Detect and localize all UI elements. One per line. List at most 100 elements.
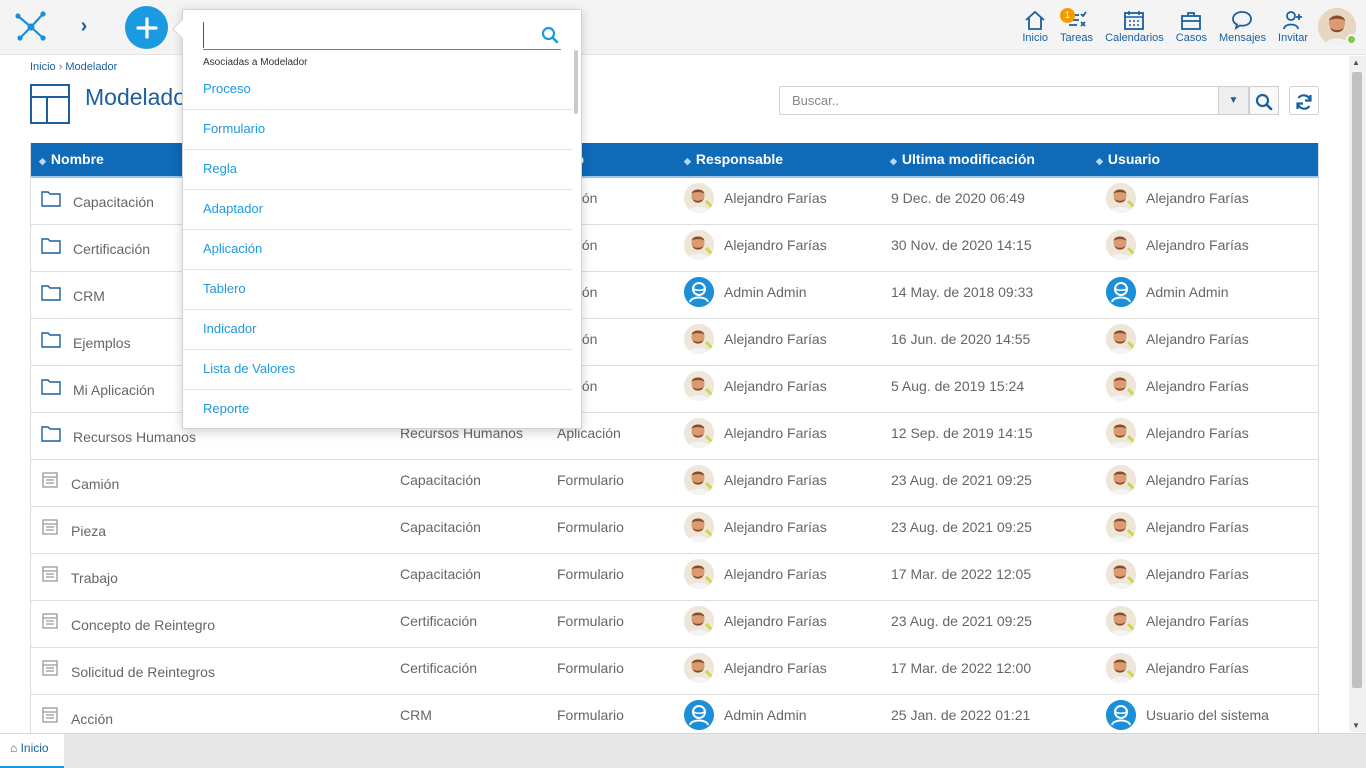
- name-cell[interactable]: Trabajo: [41, 554, 118, 600]
- menu-item-regla[interactable]: Regla: [183, 150, 573, 190]
- name-cell[interactable]: Capacitación: [41, 178, 154, 224]
- menu-item-tablero[interactable]: Tablero: [183, 270, 573, 310]
- user-cell: Admin Admin: [1106, 272, 1228, 318]
- responsible-name: Alejandro Farías: [724, 190, 827, 206]
- application-cell: Certificación: [400, 613, 478, 629]
- sort-icon: ◆: [1096, 156, 1103, 166]
- application-cell: Capacitación: [400, 566, 481, 582]
- scroll-down-arrow[interactable]: ▼: [1352, 721, 1360, 730]
- menu-item-lista-de-valores[interactable]: Lista de Valores: [183, 350, 573, 390]
- user-name: Alejandro Farías: [1146, 331, 1249, 347]
- top-navigation: Inicio 1 Tareas Calendarios Casos Mensaj…: [1016, 6, 1314, 50]
- table-row[interactable]: Concepto de Reintegro Certificación Formul…: [31, 601, 1318, 648]
- avatar: [1106, 652, 1136, 683]
- responsible-name: Admin Admin: [724, 284, 807, 300]
- nav-cases[interactable]: Casos: [1170, 6, 1213, 50]
- nav-invite[interactable]: Invitar: [1272, 6, 1314, 50]
- item-name: Concepto de Reintegro: [71, 617, 215, 634]
- refresh-button[interactable]: [1289, 86, 1319, 115]
- table-row[interactable]: Acción CRM Formulario Admin Admin 25 Jan. de…: [31, 695, 1318, 733]
- nav-calendars[interactable]: Calendarios: [1099, 6, 1170, 50]
- briefcase-icon: [1181, 12, 1202, 30]
- responsible-name: Alejandro Farías: [724, 472, 827, 488]
- page-title: Modelador: [85, 84, 194, 110]
- menu-item-adaptador[interactable]: Adaptador: [183, 190, 573, 230]
- table-row[interactable]: Trabajo Capacitación Formulario Alejandro F…: [31, 554, 1318, 601]
- avatar: [1106, 464, 1136, 495]
- search-input[interactable]: [780, 87, 1210, 114]
- form-icon: [41, 602, 59, 648]
- expand-menu-chevron-icon[interactable]: ›: [74, 14, 94, 38]
- name-cell[interactable]: Certificación: [41, 225, 150, 271]
- item-name: Pieza: [71, 523, 107, 540]
- search-button[interactable]: [1249, 86, 1279, 115]
- breadcrumb-home-link[interactable]: Inicio: [30, 61, 56, 73]
- menu-item-aplicaci-n[interactable]: Aplicación: [183, 230, 573, 270]
- scroll-up-arrow[interactable]: ▲: [1352, 58, 1360, 67]
- menu-item-proceso[interactable]: Proceso: [183, 70, 573, 110]
- nav-messages-label: Mensajes: [1218, 32, 1267, 44]
- sort-icon: ◆: [890, 156, 897, 166]
- new-item-dropdown: Asociadas a Modelador Proceso Formulario R…: [172, 9, 582, 430]
- column-header-modified[interactable]: ◆ Ultima modificación: [890, 143, 1035, 178]
- new-item-button[interactable]: [125, 6, 168, 49]
- dropdown-search: [203, 22, 561, 50]
- table-row[interactable]: Solicitud de Reintegros Certificación Form…: [31, 648, 1318, 695]
- user-cell: Alejandro Farías: [1106, 366, 1249, 412]
- scroll-thumb[interactable]: [1352, 72, 1362, 688]
- responsible-cell: Alejandro Farías: [684, 601, 827, 647]
- column-header-responsible[interactable]: ◆ Responsable: [684, 143, 783, 178]
- menu-item-reporte[interactable]: Reporte: [183, 390, 573, 430]
- name-cell[interactable]: Ejemplos: [41, 319, 131, 365]
- tab-home[interactable]: ⌂ Inicio: [0, 734, 64, 768]
- type-cell: Formulario: [557, 660, 624, 676]
- name-cell[interactable]: Pieza: [41, 507, 106, 553]
- column-header-modified-label: Ultima modificación: [901, 151, 1035, 167]
- calendar-icon: [1124, 11, 1145, 30]
- responsible-name: Alejandro Farías: [724, 613, 827, 629]
- search-options-dropdown[interactable]: ▼: [1218, 87, 1248, 114]
- avatar: [684, 699, 714, 730]
- column-header-name[interactable]: ◆ Nombre: [39, 143, 104, 178]
- table-row[interactable]: Camión Capacitación Formulario Alejandro Fa…: [31, 460, 1318, 507]
- menu-item-formulario[interactable]: Formulario: [183, 110, 573, 150]
- name-cell[interactable]: Mi Aplicación: [41, 366, 155, 412]
- user-name: Usuario del sistema: [1146, 707, 1269, 723]
- form-icon: [41, 508, 59, 554]
- avatar: [684, 323, 714, 354]
- name-cell[interactable]: Solicitud de Reintegros: [41, 648, 215, 694]
- name-cell[interactable]: CRM: [41, 272, 105, 318]
- table-row[interactable]: Pieza Capacitación Formulario Alejandro Far…: [31, 507, 1318, 554]
- responsible-name: Alejandro Farías: [724, 519, 827, 535]
- user-name: Alejandro Farías: [1146, 566, 1249, 582]
- form-icon: [41, 461, 59, 507]
- modified-date-cell: 30 Nov. de 2020 14:15: [891, 237, 1032, 253]
- nav-tasks[interactable]: 1 Tareas: [1054, 6, 1099, 50]
- breadcrumb-current[interactable]: Modelador: [65, 61, 117, 73]
- menu-item-indicador[interactable]: Indicador: [183, 310, 573, 350]
- avatar: [1106, 182, 1136, 213]
- type-cell: Formulario: [557, 472, 624, 488]
- responsible-cell: Alejandro Farías: [684, 460, 827, 506]
- name-cell[interactable]: Camión: [41, 460, 119, 506]
- column-header-user[interactable]: ◆ Usuario: [1096, 143, 1160, 178]
- page-scrollbar[interactable]: ▲ ▼: [1349, 56, 1366, 732]
- avatar: [684, 276, 714, 307]
- responsible-cell: Alejandro Farías: [684, 413, 827, 459]
- dropdown-search-input[interactable]: [203, 22, 523, 48]
- modified-date-cell: 23 Aug. de 2021 09:25: [891, 519, 1032, 535]
- dropdown-scroll-thumb[interactable]: [574, 50, 578, 114]
- user-name: Alejandro Farías: [1146, 237, 1249, 253]
- name-cell[interactable]: Concepto de Reintegro: [41, 601, 215, 647]
- nav-home[interactable]: Inicio: [1016, 6, 1054, 50]
- search-icon[interactable]: [541, 26, 559, 44]
- column-header-user-label: Usuario: [1107, 151, 1161, 167]
- app-logo-icon[interactable]: [14, 10, 48, 42]
- item-name: CRM: [73, 288, 105, 305]
- responsible-name: Alejandro Farías: [724, 331, 827, 347]
- item-name: Camión: [71, 476, 120, 493]
- add-user-icon: [1283, 11, 1303, 30]
- name-cell[interactable]: Recursos Humanos: [41, 413, 196, 459]
- name-cell[interactable]: Acción: [41, 695, 113, 733]
- nav-messages[interactable]: Mensajes: [1213, 6, 1272, 50]
